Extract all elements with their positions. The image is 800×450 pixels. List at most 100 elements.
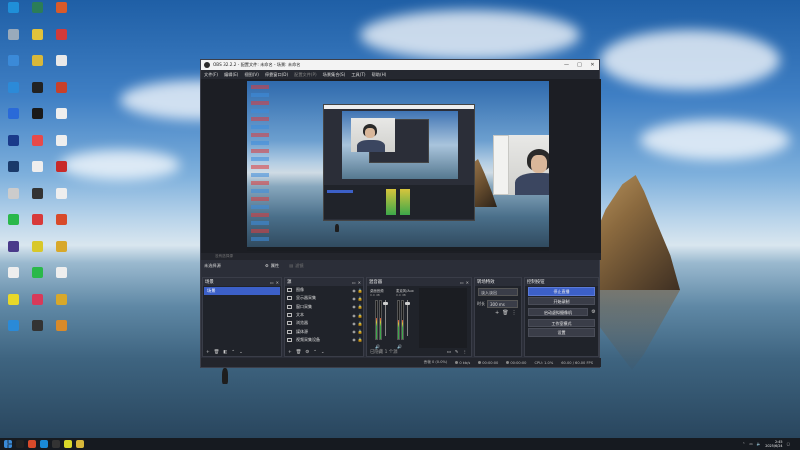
taskbar-app-icon[interactable] bbox=[52, 440, 60, 448]
desktop-shortcut[interactable] bbox=[50, 214, 72, 226]
source-item[interactable]: 图像 ◉ 🔒 bbox=[285, 286, 363, 294]
desktop-shortcut[interactable] bbox=[2, 267, 24, 279]
desktop-shortcut[interactable] bbox=[26, 187, 48, 200]
taskbar-app-icon[interactable] bbox=[76, 440, 84, 448]
source-item[interactable]: 视频采集设备 ◉ 🔒 bbox=[285, 336, 363, 344]
remove-source-icon[interactable]: 🗑 bbox=[296, 350, 302, 355]
desktop-shortcut[interactable] bbox=[2, 187, 24, 200]
close-button[interactable]: ✕ bbox=[586, 62, 599, 68]
source-item[interactable]: 文本 ◉ 🔒 bbox=[285, 311, 363, 319]
desktop-shortcut[interactable] bbox=[2, 2, 24, 14]
desktop-shortcut[interactable] bbox=[26, 134, 48, 147]
lock-icon[interactable]: 🔒 bbox=[357, 288, 363, 293]
desktop-shortcut[interactable] bbox=[2, 81, 24, 94]
close-dock-icon[interactable]: ✕ bbox=[466, 280, 469, 285]
desktop-shortcut[interactable] bbox=[26, 161, 48, 173]
lock-icon[interactable]: 🔒 bbox=[357, 337, 363, 342]
remove-transition-icon[interactable]: 🗑 bbox=[502, 310, 508, 316]
taskbar-app-icon[interactable] bbox=[28, 440, 36, 448]
add-scene-icon[interactable]: + bbox=[206, 350, 210, 355]
source-item[interactable]: 媒体源 ◉ 🔒 bbox=[285, 327, 363, 335]
menu-edit[interactable]: 编辑(E) bbox=[224, 72, 238, 78]
taskbar-app-icon[interactable] bbox=[64, 440, 72, 448]
menu-file[interactable]: 文件(F) bbox=[204, 72, 218, 78]
desktop-shortcut[interactable] bbox=[2, 161, 24, 173]
desktop-shortcut[interactable] bbox=[26, 55, 48, 67]
volume-fader[interactable] bbox=[405, 300, 410, 336]
virtual-camera-button[interactable]: 启动虚拟摄像机 bbox=[528, 307, 588, 317]
source-item[interactable]: 浏览器 ◉ 🔒 bbox=[285, 319, 363, 327]
popout-icon[interactable]: ▭ bbox=[270, 280, 274, 285]
desktop-shortcut[interactable] bbox=[2, 293, 24, 306]
popout-icon[interactable]: ▭ bbox=[460, 280, 464, 285]
notification-icon[interactable]: ▢ bbox=[787, 442, 790, 446]
desktop-shortcut[interactable] bbox=[2, 108, 24, 120]
source-item[interactable]: 窗口采集 ◉ 🔒 bbox=[285, 303, 363, 311]
taskbar-app-icon[interactable] bbox=[40, 440, 48, 448]
desktop-shortcut[interactable] bbox=[26, 28, 48, 41]
menu-tools[interactable]: 工具(T) bbox=[351, 72, 365, 78]
popout-icon[interactable]: ▭ bbox=[352, 280, 356, 285]
volume-fader[interactable] bbox=[383, 300, 388, 336]
remove-scene-icon[interactable]: 🗑 bbox=[214, 350, 220, 355]
desktop-shortcut[interactable] bbox=[50, 108, 72, 120]
lock-icon[interactable]: 🔒 bbox=[357, 296, 363, 301]
scene-item[interactable]: 场景 bbox=[204, 287, 280, 295]
desktop-shortcut[interactable] bbox=[50, 28, 72, 41]
minimize-button[interactable]: — bbox=[560, 62, 573, 68]
desktop-shortcut[interactable] bbox=[26, 320, 48, 332]
add-transition-icon[interactable]: + bbox=[495, 310, 499, 316]
maximize-button[interactable]: □ bbox=[573, 62, 586, 68]
desktop-shortcut[interactable] bbox=[2, 320, 24, 332]
desktop-shortcut[interactable] bbox=[26, 240, 48, 253]
menu-scene-collection[interactable]: 场景集合(S) bbox=[323, 72, 346, 78]
lock-icon[interactable]: 🔒 bbox=[357, 313, 363, 318]
settings-button[interactable]: 设置 bbox=[528, 328, 595, 337]
duration-input[interactable]: 300 ms bbox=[487, 300, 518, 308]
mixer-menu-icon[interactable]: ⋮ bbox=[463, 350, 467, 355]
menu-docks[interactable]: 停靠窗口(D) bbox=[265, 72, 288, 78]
tray-chevron-icon[interactable]: ⌃ bbox=[742, 442, 745, 446]
desktop-shortcut[interactable] bbox=[50, 320, 72, 332]
source-item[interactable]: 显示器采集 ◉ 🔒 bbox=[285, 294, 363, 302]
desktop-shortcut[interactable] bbox=[50, 187, 72, 200]
desktop-shortcut[interactable] bbox=[50, 240, 72, 253]
desktop-shortcut[interactable] bbox=[26, 293, 48, 306]
start-windows-icon[interactable] bbox=[4, 440, 12, 448]
desktop-shortcut[interactable] bbox=[50, 134, 72, 147]
webcam-overlay[interactable] bbox=[493, 135, 549, 195]
mixer-layout-icon[interactable]: ▭ bbox=[447, 350, 451, 355]
preview-canvas[interactable] bbox=[247, 81, 549, 251]
source-up-icon[interactable]: ⌃ bbox=[313, 350, 317, 355]
transition-select[interactable]: 淡入淡出 bbox=[478, 288, 518, 296]
desktop-shortcut[interactable] bbox=[2, 214, 24, 226]
volume-icon[interactable]: 🔈 bbox=[757, 442, 761, 446]
filters-button[interactable]: ▤ 滤镜 bbox=[289, 263, 303, 269]
menu-profile[interactable]: 配置文件(P) bbox=[294, 72, 317, 78]
close-dock-icon[interactable]: ✕ bbox=[276, 280, 279, 285]
desktop-shortcut[interactable] bbox=[2, 134, 24, 147]
desktop-shortcut[interactable] bbox=[26, 214, 48, 226]
menu-view[interactable]: 视图(V) bbox=[244, 72, 259, 78]
stop-streaming-button[interactable]: 停止直播 bbox=[528, 287, 595, 296]
filter-scene-icon[interactable]: ◧ bbox=[223, 350, 227, 355]
transition-menu-icon[interactable]: ⋮ bbox=[512, 310, 517, 316]
start-recording-button[interactable]: 开始录制 bbox=[528, 296, 595, 306]
clock[interactable]: 2:45 2025/6/24 bbox=[765, 440, 782, 448]
desktop-shortcut[interactable] bbox=[26, 108, 48, 120]
desktop-shortcut[interactable] bbox=[50, 161, 72, 173]
add-source-icon[interactable]: + bbox=[288, 350, 292, 355]
desktop-shortcut[interactable] bbox=[50, 267, 72, 279]
taskbar-app-icon[interactable] bbox=[16, 440, 24, 448]
studio-mode-button[interactable]: 工作室模式 bbox=[528, 318, 595, 328]
desktop-shortcut[interactable] bbox=[2, 240, 24, 253]
virtual-camera-settings-icon[interactable]: ⚙ bbox=[589, 307, 598, 318]
desktop-shortcut[interactable] bbox=[26, 81, 48, 94]
title-bar[interactable]: OBS 32.2.2 - 配置文件: 未命名 - 场景: 未命名 — □ ✕ bbox=[201, 60, 599, 70]
lock-icon[interactable]: 🔒 bbox=[357, 304, 363, 309]
desktop-shortcut[interactable] bbox=[2, 28, 24, 41]
lock-icon[interactable]: 🔒 bbox=[357, 321, 363, 326]
source-settings-icon[interactable]: ⚙ bbox=[305, 350, 309, 355]
desktop-shortcut[interactable] bbox=[50, 81, 72, 94]
scene-down-icon[interactable]: ⌄ bbox=[239, 350, 243, 355]
